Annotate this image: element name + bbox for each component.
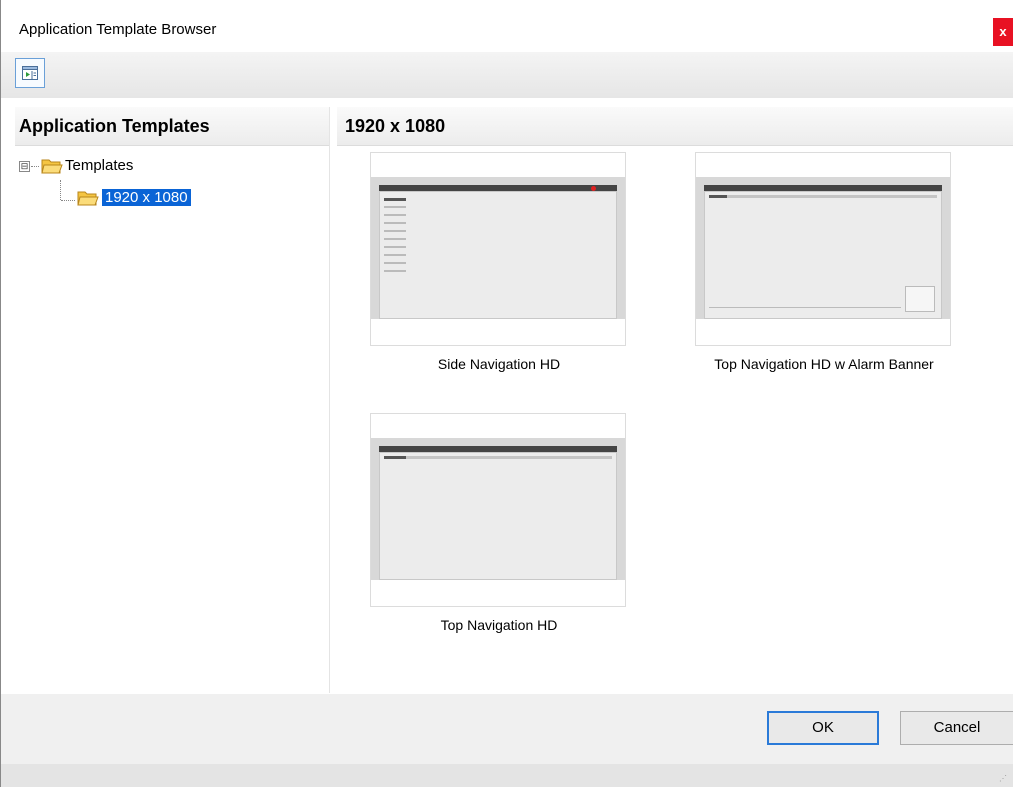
cancel-button[interactable]: Cancel: [900, 711, 1013, 745]
template-thumbnail: [371, 177, 625, 319]
right-panel-header: 1920 x 1080: [337, 107, 1013, 146]
template-tree: [15, 146, 329, 686]
template-card-label: Top Navigation HD: [440, 617, 558, 633]
folder-open-icon: [41, 159, 63, 174]
left-panel-header: Application Templates: [15, 107, 329, 146]
window-title: Application Template Browser: [19, 21, 217, 38]
tree-connector: [61, 200, 75, 201]
dialog-footer: OK Cancel: [0, 694, 1013, 764]
thumbnail-body: [379, 186, 617, 319]
tree-connector: [31, 166, 39, 167]
template-card-side-navigation-hd[interactable]: Side Navigation HD: [370, 152, 626, 372]
right-panel-title: 1920 x 1080: [345, 116, 446, 136]
tree-node-label-selected: 1920 x 1080: [102, 189, 191, 206]
ok-button[interactable]: OK: [767, 711, 879, 745]
collapse-icon[interactable]: ⊟: [19, 161, 30, 172]
resize-grip-icon[interactable]: ⋰: [999, 774, 1009, 784]
title-bar: Application Template Browser x: [0, 0, 1013, 52]
thumbnail-body: [379, 452, 617, 580]
toolbar: [0, 52, 1013, 98]
template-card-label: Side Navigation HD: [437, 356, 561, 372]
template-card-label: Top Navigation HD w Alarm Banner: [714, 356, 934, 372]
main-area: Application Templates ⊟ Templates 1920 x…: [0, 98, 1013, 694]
template-thumbnail: [371, 438, 625, 580]
status-bar: ⋰: [0, 764, 1013, 787]
thumbnail-body: [704, 191, 942, 319]
left-panel-title: Application Templates: [19, 116, 210, 136]
folder-open-icon: [77, 191, 99, 206]
tree-node-templates[interactable]: Templates: [65, 155, 133, 177]
template-card-top-navigation-hd[interactable]: Top Navigation HD: [370, 413, 626, 633]
preview-pane-button[interactable]: [15, 58, 45, 88]
close-button[interactable]: x: [993, 18, 1013, 46]
tree-node-1920x1080[interactable]: 1920 x 1080: [102, 187, 191, 209]
templates-gallery-panel: 1920 x 1080 Side Navigation HD Top Navig…: [337, 107, 1013, 693]
close-icon: x: [999, 24, 1007, 39]
template-thumbnail: [696, 177, 950, 319]
templates-tree-panel: Application Templates ⊟ Templates 1920 x…: [15, 107, 330, 693]
template-card-top-navigation-hd-alarm-banner[interactable]: Top Navigation HD w Alarm Banner: [695, 152, 951, 372]
preview-pane-icon: [22, 66, 38, 80]
tree-connector: [60, 180, 61, 200]
tree-node-label: Templates: [65, 157, 134, 174]
